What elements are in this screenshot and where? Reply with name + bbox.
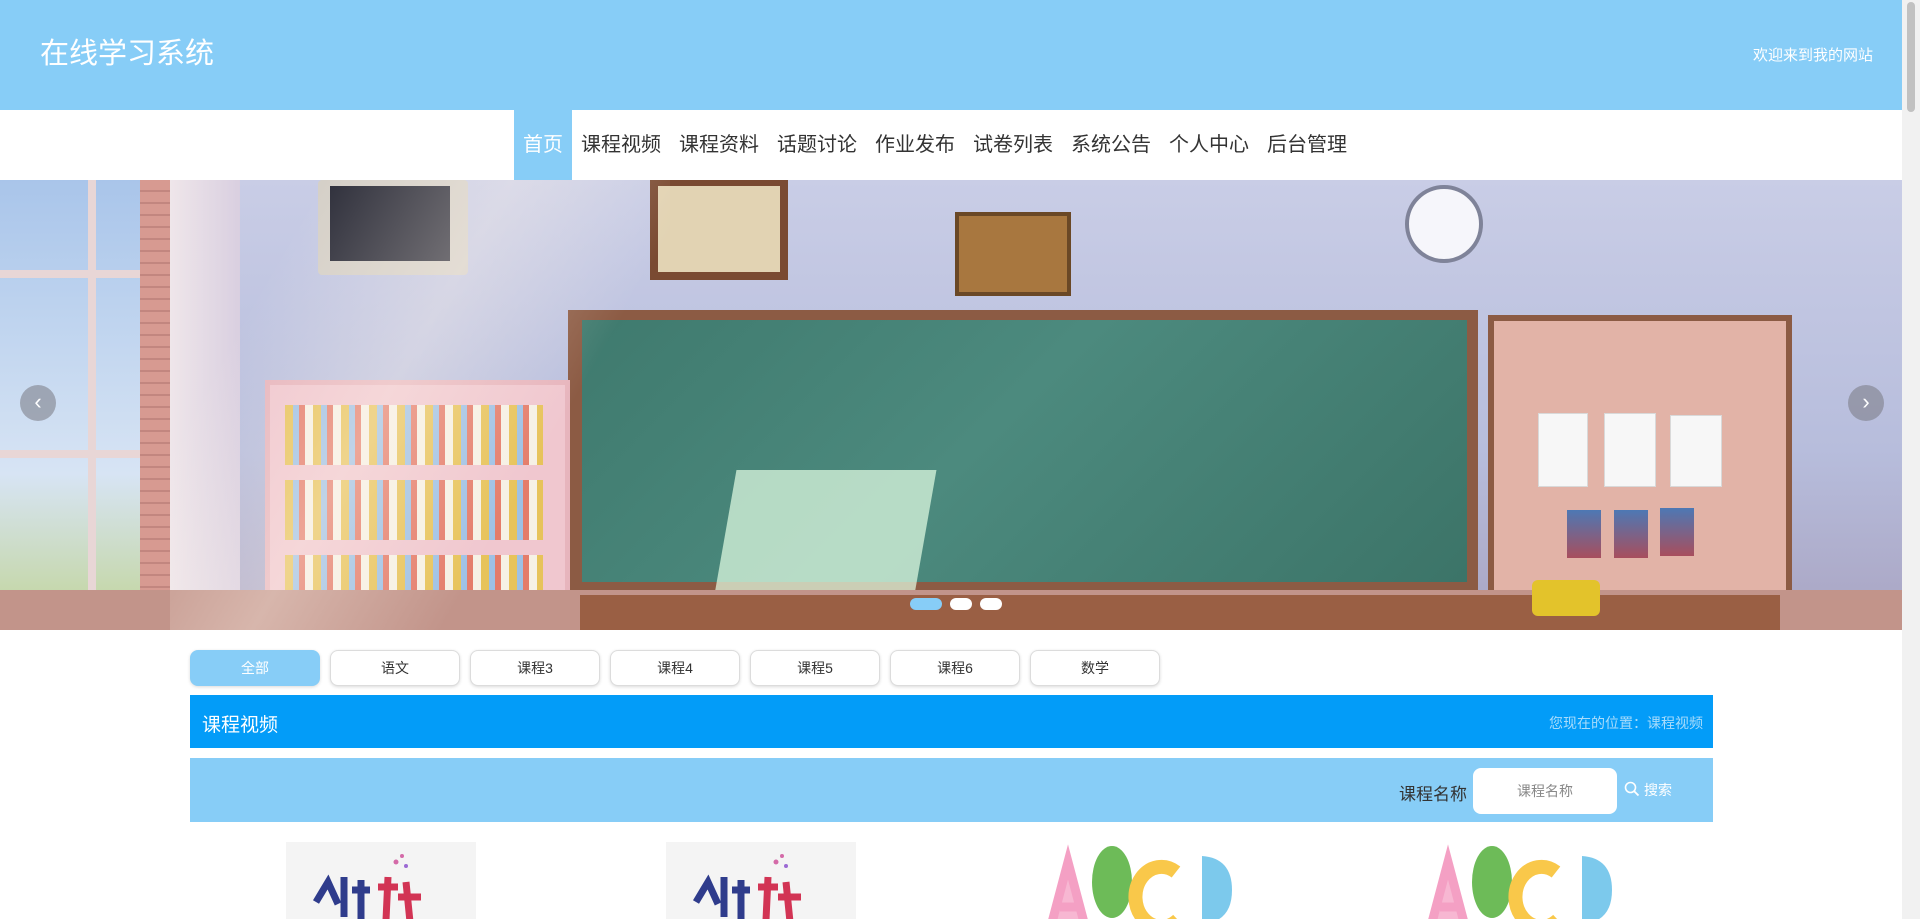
welcome-text: 欢迎来到我的网站	[1752, 47, 1873, 64]
course-thumbnail	[666, 842, 856, 919]
carousel-dot[interactable]	[980, 598, 1002, 610]
banner-frame	[650, 180, 788, 280]
course-thumbnail	[1048, 844, 1232, 919]
course-card[interactable]	[1046, 842, 1236, 919]
page-scrollbar[interactable]	[1902, 0, 1920, 919]
course-card[interactable]	[666, 842, 856, 919]
category-tab-course6[interactable]: 课程6	[890, 650, 1020, 686]
search-button-label: 搜索	[1644, 782, 1672, 798]
breadcrumb: 您现在的位置：课程视频	[1549, 715, 1703, 731]
category-tab-math[interactable]: 数学	[1030, 650, 1160, 686]
search-button[interactable]: 搜索	[1624, 780, 1672, 800]
search-icon	[1624, 781, 1640, 800]
section-header: 课程视频 您现在的位置：课程视频	[190, 695, 1713, 748]
site-header: 在线学习系统 欢迎来到我的网站	[0, 0, 1902, 110]
category-tab-all[interactable]: 全部	[190, 650, 320, 686]
carousel-dot[interactable]	[910, 598, 942, 610]
search-bar: 课程名称 搜索	[190, 758, 1713, 822]
page: 在线学习系统 欢迎来到我的网站 首页 课程视频 课程资料 话题讨论 作业发布 试…	[0, 0, 1920, 919]
main-nav: 首页 课程视频 课程资料 话题讨论 作业发布 试卷列表 系统公告 个人中心 后台…	[0, 110, 1902, 180]
banner-blackboard	[582, 320, 1467, 582]
carousel-next-button[interactable]: ›	[1848, 385, 1884, 421]
chevron-left-icon: ‹	[34, 389, 42, 414]
course-card[interactable]	[286, 842, 476, 919]
banner-sunlight	[713, 470, 937, 600]
category-tab-course4[interactable]: 课程4	[610, 650, 740, 686]
carousel-indicators	[910, 598, 1002, 610]
course-card[interactable]	[1426, 842, 1616, 919]
category-tab-chinese[interactable]: 语文	[330, 650, 460, 686]
nav-item-home[interactable]: 首页	[514, 110, 572, 180]
banner-notice	[1604, 413, 1656, 487]
nav-item-exam-list[interactable]: 试卷列表	[964, 110, 1062, 180]
banner-notice	[1538, 413, 1588, 487]
nav-item-topic-discussion[interactable]: 话题讨论	[768, 110, 866, 180]
scrollbar-thumb[interactable]	[1907, 2, 1915, 112]
banner-poster	[1660, 508, 1694, 556]
banner-bag	[1532, 580, 1600, 616]
search-label: 课程名称	[1399, 785, 1467, 804]
site-title[interactable]: 在线学习系统	[40, 36, 214, 72]
nav-item-personal-center[interactable]: 个人中心	[1160, 110, 1258, 180]
banner-light-beam	[170, 180, 670, 630]
nav-list: 首页 课程视频 课程资料 话题讨论 作业发布 试卷列表 系统公告 个人中心 后台…	[514, 110, 1356, 180]
banner-window-bar	[88, 180, 96, 600]
course-thumbnail	[286, 842, 476, 919]
banner-clock	[1405, 185, 1483, 263]
category-tab-course5[interactable]: 课程5	[750, 650, 880, 686]
nav-item-course-videos[interactable]: 课程视频	[572, 110, 670, 180]
banner-poster	[1567, 510, 1601, 558]
nav-item-course-materials[interactable]: 课程资料	[670, 110, 768, 180]
banner-poster	[1614, 510, 1648, 558]
chevron-right-icon: ›	[1862, 389, 1870, 414]
category-tabs: 全部 语文 课程3 课程4 课程5 课程6 数学	[190, 650, 1160, 686]
banner-frame-inner	[658, 186, 780, 272]
course-name-input[interactable]	[1473, 768, 1617, 814]
banner-speaker	[955, 212, 1071, 296]
banner-notice	[1670, 415, 1722, 487]
section-title: 课程视频	[202, 715, 279, 736]
nav-item-admin[interactable]: 后台管理	[1258, 110, 1356, 180]
banner-desk	[580, 595, 1780, 630]
nav-item-homework[interactable]: 作业发布	[866, 110, 964, 180]
course-thumbnail	[1428, 844, 1612, 919]
category-tab-course3[interactable]: 课程3	[470, 650, 600, 686]
banner-carousel[interactable]	[0, 180, 1902, 630]
carousel-prev-button[interactable]: ‹	[20, 385, 56, 421]
carousel-dot[interactable]	[950, 598, 972, 610]
nav-item-announcements[interactable]: 系统公告	[1062, 110, 1160, 180]
